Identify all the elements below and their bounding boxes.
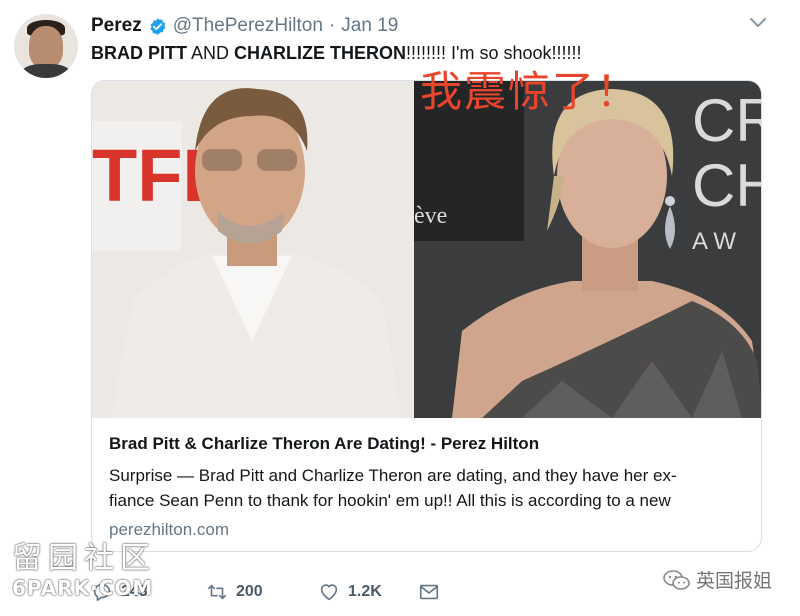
- avatar-shirt: [22, 64, 70, 78]
- left-glasses-lens-l: [202, 149, 242, 171]
- like-count: 1.2K: [348, 583, 382, 600]
- like-icon: [320, 584, 338, 601]
- tweet-text-mid: AND: [187, 43, 235, 63]
- like-button[interactable]: 1.2K: [318, 581, 418, 603]
- wechat-icon: [663, 569, 690, 590]
- card-title[interactable]: Brad Pitt & Charlize Theron Are Dating! …: [109, 433, 749, 455]
- watermark-wechat-text: 英国报姐: [696, 570, 773, 592]
- card-body: Brad Pitt & Charlize Theron Are Dating! …: [109, 433, 749, 540]
- separator-dot: ·: [328, 15, 336, 36]
- right-earring: [665, 196, 675, 206]
- avatar-face: [29, 26, 63, 68]
- tweet-text-bold-2: CHARLIZE THERON: [234, 43, 407, 63]
- card-description: Surprise — Brad Pitt and Charlize Theron…: [109, 463, 749, 513]
- tweet-header: Perez @ThePerezHilton · Jan 19: [91, 14, 398, 38]
- right-backdrop-text-2: CH: [692, 152, 762, 219]
- share-icon: [419, 584, 439, 600]
- chevron-down-icon[interactable]: [748, 16, 768, 30]
- retweet-button[interactable]: 200: [206, 581, 318, 603]
- card-image[interactable]: TFL CR CH A W ève: [92, 81, 762, 418]
- watermark-6park-line-2: 6PARK·COM: [12, 576, 154, 600]
- card-description-line-2: fiance Sean Penn to thank for hookin' em…: [109, 491, 671, 510]
- link-card[interactable]: TFL CR CH A W ève: [91, 80, 762, 552]
- share-button[interactable]: [418, 581, 440, 603]
- left-glasses-lens-r: [257, 149, 297, 171]
- retweet-count: 200: [236, 583, 263, 600]
- avatar[interactable]: [14, 14, 78, 78]
- display-name[interactable]: Perez: [91, 15, 142, 37]
- handle[interactable]: @ThePerezHilton: [173, 15, 323, 37]
- tweet-text-bold-1: BRAD PITT: [91, 43, 187, 63]
- verified-badge-icon: [150, 17, 166, 35]
- overlay-caption: 我震惊了！: [420, 67, 641, 116]
- card-description-line-1: Surprise — Brad Pitt and Charlize Theron…: [109, 466, 677, 485]
- right-backdrop-text-1: CR: [692, 87, 762, 154]
- tweet-date[interactable]: Jan 19: [341, 15, 398, 37]
- retweet-icon: [207, 584, 227, 600]
- watermark-6park-line-1: 留园社区: [12, 541, 156, 576]
- watermark-6park: 留园社区 6PARK·COM: [12, 541, 156, 601]
- watermark-wechat: 英国报姐: [662, 566, 772, 593]
- card-domain[interactable]: perezhilton.com: [109, 520, 749, 540]
- right-backdrop-text-4: ève: [414, 203, 447, 229]
- right-backdrop-text-3: A W: [692, 228, 736, 255]
